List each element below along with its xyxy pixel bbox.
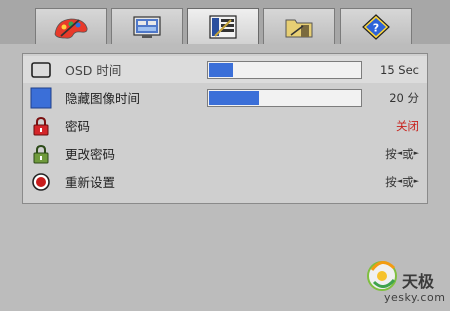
osd-time-value: 15 Sec <box>380 62 419 77</box>
password-status-value: 关闭 <box>396 118 419 133</box>
color-palette-icon <box>54 18 88 39</box>
watermark-site-text: yesky.com <box>384 291 446 304</box>
tab-color[interactable] <box>35 8 107 44</box>
help-icon: ? <box>362 13 390 40</box>
press-text: 按 <box>385 174 397 189</box>
menu-row-change-password[interactable]: 更改密码 按◄或► <box>23 140 427 167</box>
osd-time-slider-fill <box>209 62 233 77</box>
reset-icon <box>32 172 50 191</box>
hide-image-time-slider[interactable] <box>207 88 362 107</box>
osd-time-slider[interactable] <box>207 60 362 79</box>
change-password-label: 更改密码 <box>65 147 116 162</box>
osd-time-label: OSD 时间 <box>65 63 122 78</box>
watermark-cn-text: 天极 <box>402 272 435 291</box>
osd-settings-icon <box>209 14 237 39</box>
hide-image-time-value: 20 分 <box>389 90 419 105</box>
osd-menu-screen: ? OSD 时间 15 Sec 隐藏图像时间 20 分 密码 关闭 更改密码 按… <box>0 0 450 311</box>
red-lock-icon <box>33 116 49 135</box>
or-text: 或 <box>402 174 414 189</box>
reset-hint: 按◄或► <box>385 174 419 190</box>
password-label: 密码 <box>65 119 91 134</box>
menu-row-password[interactable]: 密码 关闭 <box>23 112 427 139</box>
hide-image-time-slider-fill <box>209 90 259 105</box>
reset-label: 重新设置 <box>65 175 116 190</box>
menu-row-osd-time[interactable]: OSD 时间 15 Sec <box>23 56 427 83</box>
change-password-hint: 按◄或► <box>385 146 419 162</box>
tab-display[interactable] <box>111 8 183 44</box>
hide-image-time-label: 隐藏图像时间 <box>65 91 141 106</box>
tab-tools[interactable] <box>263 8 335 44</box>
blue-square-icon <box>30 87 52 108</box>
menu-row-hide-image-time[interactable]: 隐藏图像时间 20 分 <box>23 84 427 111</box>
right-arrow-icon: ► <box>413 176 419 185</box>
tab-help[interactable]: ? <box>340 8 412 44</box>
osd-menu-panel: OSD 时间 15 Sec 隐藏图像时间 20 分 密码 关闭 更改密码 按◄或… <box>22 53 428 204</box>
press-text: 按 <box>385 146 397 161</box>
menu-row-reset[interactable]: 重新设置 按◄或► <box>23 168 427 195</box>
tab-bar: ? <box>0 0 450 44</box>
display-settings-icon <box>133 15 161 38</box>
svg-text:?: ? <box>373 21 379 34</box>
right-arrow-icon: ► <box>413 148 419 157</box>
tools-folder-icon <box>285 19 313 37</box>
tab-osd[interactable] <box>187 8 259 44</box>
green-lock-icon <box>33 144 49 163</box>
or-text: 或 <box>402 146 414 161</box>
monitor-outline-icon <box>31 61 51 78</box>
